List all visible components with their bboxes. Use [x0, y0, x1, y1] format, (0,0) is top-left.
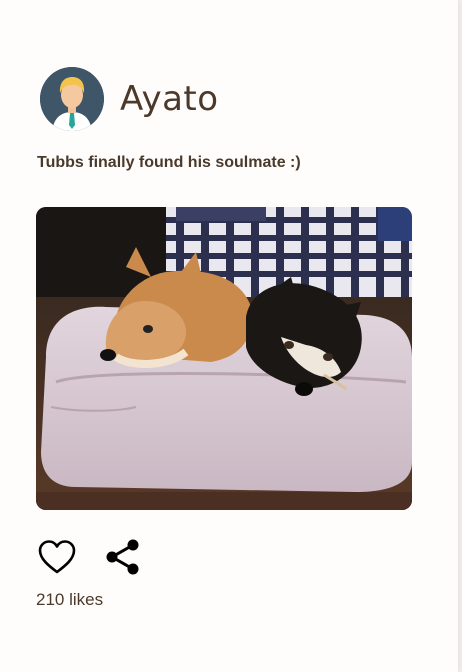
user-avatar[interactable]: [40, 67, 104, 131]
post-caption: Tubbs finally found his soulmate :): [37, 154, 301, 171]
share-icon: [106, 539, 139, 575]
like-button[interactable]: [36, 536, 78, 578]
username[interactable]: Ayato: [120, 79, 219, 119]
share-button[interactable]: [102, 536, 144, 578]
dogs-photo-icon: [36, 207, 412, 510]
heart-icon: [38, 540, 76, 574]
post-card: Ayato Tubbs finally found his soulmate :…: [0, 0, 459, 672]
post-photo[interactable]: [36, 207, 412, 510]
post-actions: [36, 536, 144, 578]
post-header: Ayato: [40, 67, 219, 131]
likes-count: 210 likes: [36, 590, 104, 609]
